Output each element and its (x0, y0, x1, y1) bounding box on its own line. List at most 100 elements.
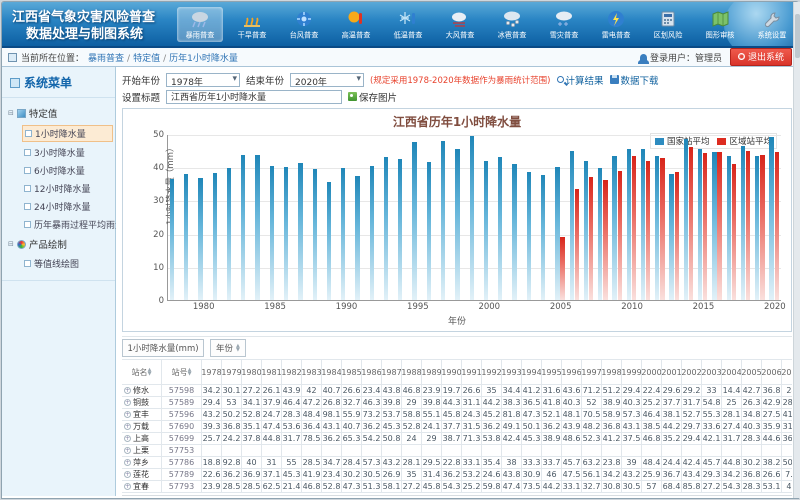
bar-区域站平均-2006 (575, 189, 579, 300)
sidebar-item[interactable]: 历年暴雨过程平均雨量 (22, 217, 113, 232)
value-cell: 47.4 (502, 481, 522, 493)
expand-icon[interactable]: + (124, 435, 131, 442)
breadcrumb-segment[interactable]: 暴雨普查 (88, 54, 124, 64)
expand-icon[interactable]: + (124, 399, 131, 406)
start-year-select[interactable]: 1978年 (166, 73, 240, 87)
value-cell: 50.2 (222, 409, 242, 421)
table-corner-cell: 1小时降水量(mm) (122, 339, 204, 357)
bar-区域站平均-2009 (618, 171, 622, 300)
nav-item-low-temp[interactable]: 低温普查 (385, 7, 431, 42)
value-cell: 45.2 (482, 409, 502, 421)
expand-icon[interactable]: + (124, 483, 131, 490)
nav-item-snow[interactable]: 雪灾普查 (541, 7, 587, 42)
horizontal-scrollbar[interactable] (122, 495, 792, 496)
end-year-select[interactable]: 2020年 (290, 73, 364, 87)
value-cell: 48.6 (562, 433, 582, 445)
year-column-header: 2005 (742, 359, 762, 385)
year-sort-header[interactable]: 年份 ▲▼ (210, 339, 246, 357)
name-column-header[interactable]: 站名▲▼ (122, 359, 162, 385)
value-cell: 36.2 (222, 469, 242, 481)
station-id-cell: 57598 (162, 385, 202, 397)
expand-icon[interactable]: + (124, 387, 131, 394)
save-image-button[interactable]: 保存图片 (348, 90, 397, 104)
value-cell: 58.1 (382, 481, 402, 493)
year-column-header: 1979 (222, 359, 242, 385)
doc-icon (24, 149, 31, 156)
value-cell: 54.2 (362, 433, 382, 445)
bar-国家站平均-1984 (255, 155, 259, 300)
doc-icon (24, 167, 31, 174)
expand-icon[interactable]: + (124, 411, 131, 418)
calculate-button[interactable]: 计算结果 (557, 73, 604, 87)
nav-item-hail[interactable]: 冰雹普查 (489, 7, 535, 42)
breadcrumb-segment[interactable]: 历年1小时降水量 (169, 54, 238, 64)
nav-item-rainstorm[interactable]: 暴雨普查 (177, 7, 223, 42)
bar-区域站平均-2012 (660, 158, 664, 300)
collapse-icon[interactable]: ⊟ (8, 240, 14, 248)
expand-icon[interactable]: + (124, 459, 131, 466)
table-row: +万载5769039.336.835.147.453.636.443.140.7… (122, 421, 792, 433)
table-row: +宜春5779323.928.528.562.521.446.852.847.3… (122, 481, 792, 493)
sidebar-item[interactable]: 等值线绘图 (22, 256, 113, 271)
hail-icon (501, 9, 523, 29)
expand-icon[interactable]: + (124, 423, 131, 430)
location-icon (8, 53, 17, 62)
value-cell: 37.5 (622, 433, 642, 445)
nav-item-drought[interactable]: 干旱普查 (229, 7, 275, 42)
nav-item-map[interactable]: 图形审核 (697, 7, 743, 42)
value-cell: 36.2 (542, 421, 562, 433)
bar-国家站平均-2001 (498, 157, 502, 300)
value-cell: 23.4 (322, 469, 342, 481)
vertical-scrollbar-thumb[interactable] (795, 14, 800, 58)
value-cell: 73.2 (362, 409, 382, 421)
map-icon (709, 9, 731, 29)
nav-item-typhoon[interactable]: 台风普查 (281, 7, 327, 42)
year-column-header: 1983 (302, 359, 322, 385)
value-cell: 33 (702, 385, 722, 397)
value-cell: 34.2 (722, 469, 742, 481)
sidebar-item[interactable]: 1小时降水量 (22, 125, 113, 142)
value-cell (542, 445, 562, 457)
value-cell: 49.1 (502, 421, 522, 433)
value-cell: 52.8 (242, 409, 262, 421)
value-cell (202, 445, 222, 457)
collapse-icon[interactable]: ⊟ (8, 109, 14, 117)
sidebar-item[interactable]: 3小时降水量 (22, 145, 113, 160)
year-column-header: 2007 (782, 359, 792, 385)
nav-item-gale[interactable]: 大风普查 (437, 7, 483, 42)
nav-item-calculator[interactable]: 区划风险 (645, 7, 691, 42)
value-cell: 36.2 (322, 433, 342, 445)
tree-group-1[interactable]: ⊟产品绘制 (8, 235, 113, 253)
value-cell: 24.6 (482, 469, 502, 481)
logout-button[interactable]: ○ 退出系统 (730, 48, 792, 66)
title-bar: 江西省气象灾害风险普查 数据处理与制图系统 暴雨普查干旱普查台风普查高温普查低温… (2, 2, 798, 48)
value-cell: 39 (622, 457, 642, 469)
value-cell: 29.4 (202, 397, 222, 409)
sidebar-item[interactable]: 6小时降水量 (22, 163, 113, 178)
value-cell: 22.6 (202, 469, 222, 481)
chart-title-input[interactable] (166, 90, 342, 104)
value-cell: 46.3 (362, 397, 382, 409)
power-icon: ○ (738, 53, 745, 60)
wrench-icon (761, 9, 783, 29)
doc-icon (24, 203, 31, 210)
value-cell: 24 (782, 385, 792, 397)
vertical-scrollbar[interactable] (793, 2, 800, 498)
sidebar-item[interactable]: 12小时降水量 (22, 181, 113, 196)
nav-item-high-temp[interactable]: 高温普查 (333, 7, 379, 42)
value-cell: 53.7 (382, 409, 402, 421)
download-button[interactable]: 数据下载 (610, 73, 659, 87)
expand-icon[interactable]: + (124, 447, 131, 454)
value-cell: 25.7 (202, 433, 222, 445)
expand-icon[interactable]: + (124, 471, 131, 478)
year-column-header: 1996 (562, 359, 582, 385)
id-column-header[interactable]: 站号▲▼ (162, 359, 202, 385)
tree-group-0[interactable]: ⊟特定值 (8, 104, 113, 122)
value-cell: 45.8 (442, 409, 462, 421)
nav-item-lightning[interactable]: 雷电普查 (593, 7, 639, 42)
nav-item-wrench[interactable]: 系统设置 (749, 7, 795, 42)
breadcrumb-segment[interactable]: 特定值 (133, 54, 160, 64)
bar-区域站平均-2018 (746, 151, 750, 300)
sidebar-item[interactable]: 24小时降水量 (22, 199, 113, 214)
year-column-header: 1994 (522, 359, 542, 385)
